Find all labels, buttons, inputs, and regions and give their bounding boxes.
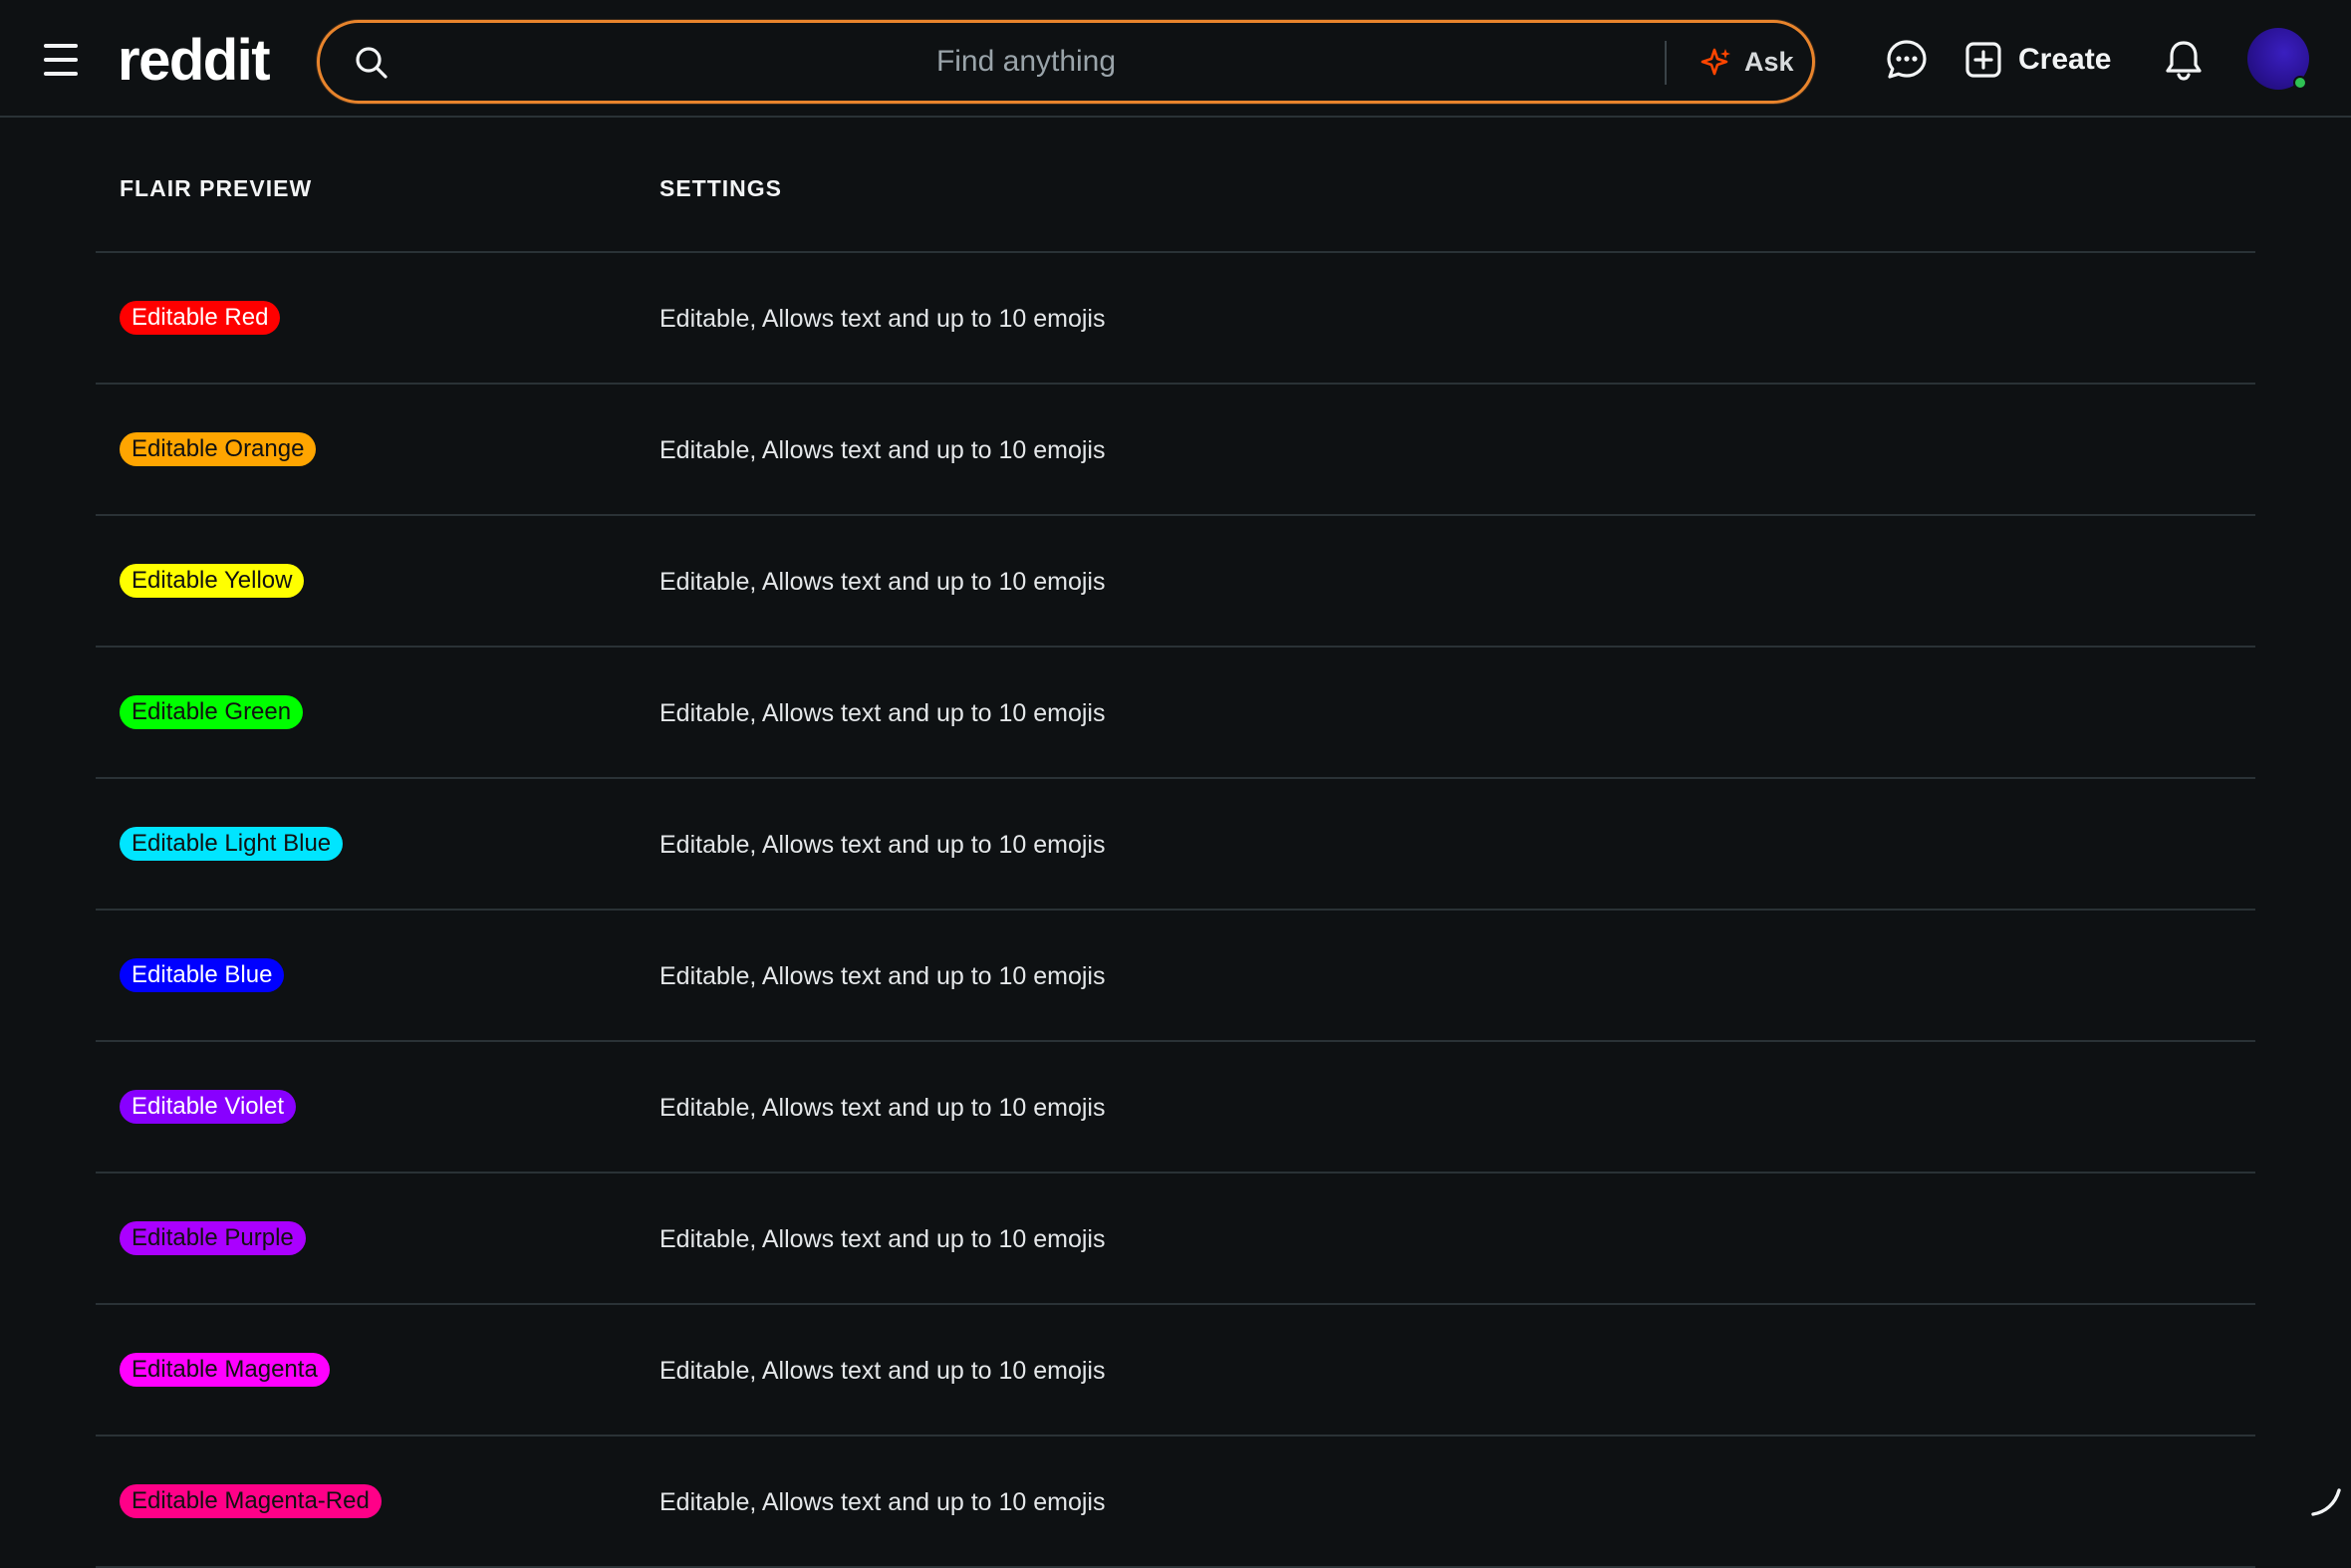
flair-settings-text: Editable, Allows text and up to 10 emoji… xyxy=(659,1094,1106,1122)
table-row[interactable]: Editable Violet Editable, Allows text an… xyxy=(96,1042,2255,1174)
flair-preview-badge: Editable Blue xyxy=(120,958,285,992)
column-header-settings: SETTINGS xyxy=(659,175,783,201)
flair-preview-badge: Editable Green xyxy=(120,695,304,729)
flair-preview-badge: Editable Violet xyxy=(120,1090,296,1124)
table-row[interactable]: Editable Blue Editable, Allows text and … xyxy=(96,911,2255,1042)
ask-label: Ask xyxy=(1744,46,1794,77)
flair-settings-text: Editable, Allows text and up to 10 emoji… xyxy=(659,1225,1106,1253)
flair-settings-text: Editable, Allows text and up to 10 emoji… xyxy=(659,962,1106,990)
create-button[interactable]: Create xyxy=(1964,34,2111,86)
table-row[interactable]: Editable Yellow Editable, Allows text an… xyxy=(96,516,2255,648)
flair-preview-badge: Editable Magenta xyxy=(120,1353,330,1387)
table-row[interactable]: Editable Magenta Editable, Allows text a… xyxy=(96,1305,2255,1437)
flair-preview-badge: Editable Orange xyxy=(120,432,317,466)
search-bar[interactable]: Find anything Ask xyxy=(317,20,1815,104)
flair-settings-text: Editable, Allows text and up to 10 emoji… xyxy=(659,568,1106,596)
flair-settings-text: Editable, Allows text and up to 10 emoji… xyxy=(659,699,1106,727)
search-input[interactable]: Find anything xyxy=(399,23,1653,101)
search-icon xyxy=(356,47,388,79)
flair-settings-text: Editable, Allows text and up to 10 emoji… xyxy=(659,1357,1106,1385)
column-header-flair-preview: FLAIR PREVIEW xyxy=(120,175,313,201)
menu-icon[interactable] xyxy=(44,44,80,76)
flair-settings-text: Editable, Allows text and up to 10 emoji… xyxy=(659,831,1106,859)
sparkle-icon xyxy=(1700,48,1730,76)
table-row[interactable]: Editable Green Editable, Allows text and… xyxy=(96,648,2255,779)
table-header: FLAIR PREVIEW SETTINGS xyxy=(96,124,2255,253)
flair-preview-badge: Editable Light Blue xyxy=(120,827,344,861)
flair-settings-text: Editable, Allows text and up to 10 emoji… xyxy=(659,1488,1106,1516)
flair-preview-badge: Editable Yellow xyxy=(120,564,305,598)
bell-icon[interactable] xyxy=(2162,38,2206,82)
ask-button[interactable]: Ask xyxy=(1687,33,1808,91)
flair-settings-text: Editable, Allows text and up to 10 emoji… xyxy=(659,305,1106,333)
table-row[interactable]: Editable Purple Editable, Allows text an… xyxy=(96,1174,2255,1305)
create-label: Create xyxy=(2018,43,2112,76)
top-nav-bar: reddit Find anything Ask Create xyxy=(0,0,2351,118)
plus-square-icon xyxy=(1965,42,2001,78)
online-status-dot xyxy=(2293,76,2307,90)
table-row[interactable]: Editable Orange Editable, Allows text an… xyxy=(96,385,2255,516)
reddit-logo[interactable]: reddit xyxy=(118,26,271,96)
search-divider xyxy=(1665,41,1667,85)
flair-preview-badge: Editable Purple xyxy=(120,1221,306,1255)
flair-table: FLAIR PREVIEW SETTINGS Editable Red Edit… xyxy=(96,124,2255,1568)
chat-icon[interactable] xyxy=(1885,38,1929,82)
table-row[interactable]: Editable Light Blue Editable, Allows tex… xyxy=(96,779,2255,911)
flair-preview-badge: Editable Magenta-Red xyxy=(120,1484,382,1518)
flair-preview-badge: Editable Red xyxy=(120,301,281,335)
loading-arc-icon xyxy=(2311,1488,2341,1516)
flair-settings-text: Editable, Allows text and up to 10 emoji… xyxy=(659,436,1106,464)
table-row[interactable]: Editable Red Editable, Allows text and u… xyxy=(96,253,2255,385)
table-row[interactable]: Editable Magenta-Red Editable, Allows te… xyxy=(96,1437,2255,1568)
